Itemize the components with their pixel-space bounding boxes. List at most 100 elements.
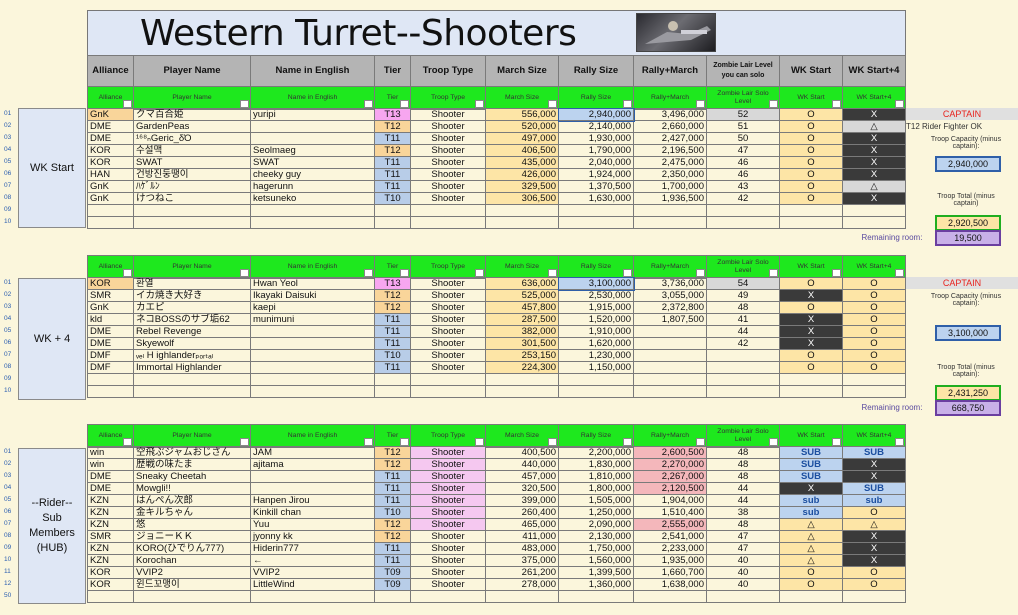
cell-rally-size[interactable]: 1,370,500 — [558, 180, 634, 193]
cell-wk-start[interactable]: △ — [779, 542, 843, 555]
cell-player-name[interactable]: VVIP2 — [133, 566, 251, 579]
cell-name-english[interactable]: LittleWind — [250, 578, 375, 591]
cell-troop-type[interactable]: Shooter — [410, 156, 486, 169]
cell-tier[interactable] — [374, 373, 411, 386]
cell-rally-march[interactable]: 3,736,000 — [633, 277, 707, 290]
cell-march-size[interactable]: 253,150 — [485, 349, 559, 362]
cell-name-english[interactable]: Hanpen Jirou — [250, 494, 375, 507]
cell-rally-size[interactable]: 1,910,000 — [558, 325, 634, 338]
cell-alliance[interactable]: KOR — [87, 156, 134, 169]
cell-troop-type[interactable]: Shooter — [410, 144, 486, 157]
cell-zombie-level[interactable]: 38 — [706, 506, 780, 519]
filter-player-name[interactable]: Player Name — [133, 86, 251, 110]
cell-zombie-level[interactable]: 48 — [706, 458, 780, 471]
cell-rally-size[interactable] — [558, 216, 634, 229]
cell-alliance[interactable] — [87, 204, 134, 217]
cell-rally-size[interactable]: 1,830,000 — [558, 458, 634, 471]
cell-rally-march[interactable] — [633, 325, 707, 338]
cell-player-name[interactable]: Rebel Revenge — [133, 325, 251, 338]
cell-wk-start[interactable] — [779, 204, 843, 217]
cell-wk-start[interactable]: sub — [779, 506, 843, 519]
cell-alliance[interactable] — [87, 216, 134, 229]
cell-alliance[interactable]: KZN — [87, 554, 134, 567]
cell-name-english[interactable]: Yuu — [250, 518, 375, 531]
cell-wk-start4[interactable] — [842, 216, 906, 229]
cell-rally-march[interactable]: 2,233,000 — [633, 542, 707, 555]
filter-alliance[interactable]: Alliance — [87, 255, 134, 279]
cell-player-name[interactable]: イカ焼き大好き — [133, 289, 251, 302]
cell-rally-march[interactable]: 3,496,000 — [633, 108, 707, 121]
cell-wk-start4[interactable]: SUB — [842, 482, 906, 495]
cell-rally-size[interactable]: 1,630,000 — [558, 192, 634, 205]
cell-troop-type[interactable]: Shooter — [410, 180, 486, 193]
cell-rally-march[interactable]: 1,807,500 — [633, 313, 707, 326]
cell-zombie-level[interactable] — [706, 373, 780, 386]
filter-troop-type[interactable]: Troop Type — [410, 86, 486, 110]
cell-zombie-level[interactable] — [706, 361, 780, 374]
cell-wk-start4[interactable]: O — [842, 337, 906, 350]
cell-march-size[interactable]: 306,500 — [485, 192, 559, 205]
cell-alliance[interactable]: SMR — [87, 289, 134, 302]
cell-troop-type[interactable]: Shooter — [410, 168, 486, 181]
cell-rally-size[interactable]: 1,360,000 — [558, 578, 634, 591]
cell-wk-start[interactable] — [779, 385, 843, 398]
cell-tier[interactable]: T12 — [374, 446, 411, 459]
cell-zombie-level[interactable]: 44 — [706, 482, 780, 495]
cell-tier[interactable]: T11 — [374, 156, 411, 169]
cell-rally-size[interactable]: 1,620,000 — [558, 337, 634, 350]
cell-tier[interactable] — [374, 385, 411, 398]
cell-wk-start4[interactable]: O — [842, 578, 906, 591]
cell-player-name[interactable]: ジョニーＫＫ — [133, 530, 251, 543]
cell-wk-start4[interactable]: X — [842, 554, 906, 567]
cell-wk-start4[interactable]: O — [842, 325, 906, 338]
cell-name-english[interactable]: Hiderin777 — [250, 542, 375, 555]
cell-zombie-level[interactable]: 40 — [706, 554, 780, 567]
cell-tier[interactable]: T11 — [374, 470, 411, 483]
cell-player-name[interactable]: ﾊｹﾞﾙﾝ — [133, 180, 251, 193]
cell-wk-start4[interactable]: X — [842, 144, 906, 157]
cell-name-english[interactable] — [250, 482, 375, 495]
cell-alliance[interactable]: GnK — [87, 301, 134, 314]
cell-wk-start[interactable]: SUB — [779, 458, 843, 471]
cell-troop-type[interactable] — [410, 216, 486, 229]
cell-name-english[interactable]: kaepi — [250, 301, 375, 314]
cell-march-size[interactable]: 497,000 — [485, 132, 559, 145]
cell-alliance[interactable]: KOR — [87, 578, 134, 591]
filter-alliance[interactable]: Alliance — [87, 86, 134, 110]
cell-zombie-level[interactable]: 46 — [706, 156, 780, 169]
cell-tier[interactable] — [374, 216, 411, 229]
cell-tier[interactable]: T12 — [374, 144, 411, 157]
cell-rally-march[interactable]: 1,638,000 — [633, 578, 707, 591]
cell-player-name[interactable]: 수설맥 — [133, 144, 251, 157]
cell-tier[interactable]: T12 — [374, 518, 411, 531]
filter-wk-start[interactable]: WK Start — [779, 424, 843, 448]
cell-wk-start[interactable]: O — [779, 277, 843, 290]
filter-rally-size[interactable]: Rally Size — [558, 255, 634, 279]
cell-rally-size[interactable]: 1,800,000 — [558, 482, 634, 495]
cell-name-english[interactable]: Seolmaeg — [250, 144, 375, 157]
cell-zombie-level[interactable] — [706, 204, 780, 217]
cell-rally-size[interactable]: 1,560,000 — [558, 554, 634, 567]
cell-rally-march[interactable] — [633, 385, 707, 398]
cell-alliance[interactable]: DME — [87, 132, 134, 145]
cell-troop-type[interactable]: Shooter — [410, 325, 486, 338]
cell-rally-size[interactable]: 3,100,000 — [557, 276, 635, 291]
cell-tier[interactable]: T09 — [374, 578, 411, 591]
cell-wk-start4[interactable]: △ — [842, 120, 906, 133]
cell-wk-start4[interactable] — [842, 590, 906, 603]
cell-name-english[interactable] — [250, 361, 375, 374]
cell-rally-march[interactable]: 1,904,000 — [633, 494, 707, 507]
cell-rally-size[interactable]: 2,200,000 — [558, 446, 634, 459]
cell-player-name[interactable] — [133, 216, 251, 229]
cell-zombie-level[interactable]: 48 — [706, 446, 780, 459]
cell-alliance[interactable]: DME — [87, 325, 134, 338]
cell-wk-start4[interactable]: X — [842, 530, 906, 543]
cell-rally-size[interactable]: 2,040,000 — [558, 156, 634, 169]
cell-march-size[interactable]: 261,200 — [485, 566, 559, 579]
filter-troop-type[interactable]: Troop Type — [410, 255, 486, 279]
cell-rally-march[interactable] — [633, 373, 707, 386]
cell-tier[interactable]: T11 — [374, 494, 411, 507]
cell-alliance[interactable]: kld — [87, 313, 134, 326]
cell-name-english[interactable] — [250, 373, 375, 386]
cell-player-name[interactable]: 윈드꼬맹이 — [133, 578, 251, 591]
